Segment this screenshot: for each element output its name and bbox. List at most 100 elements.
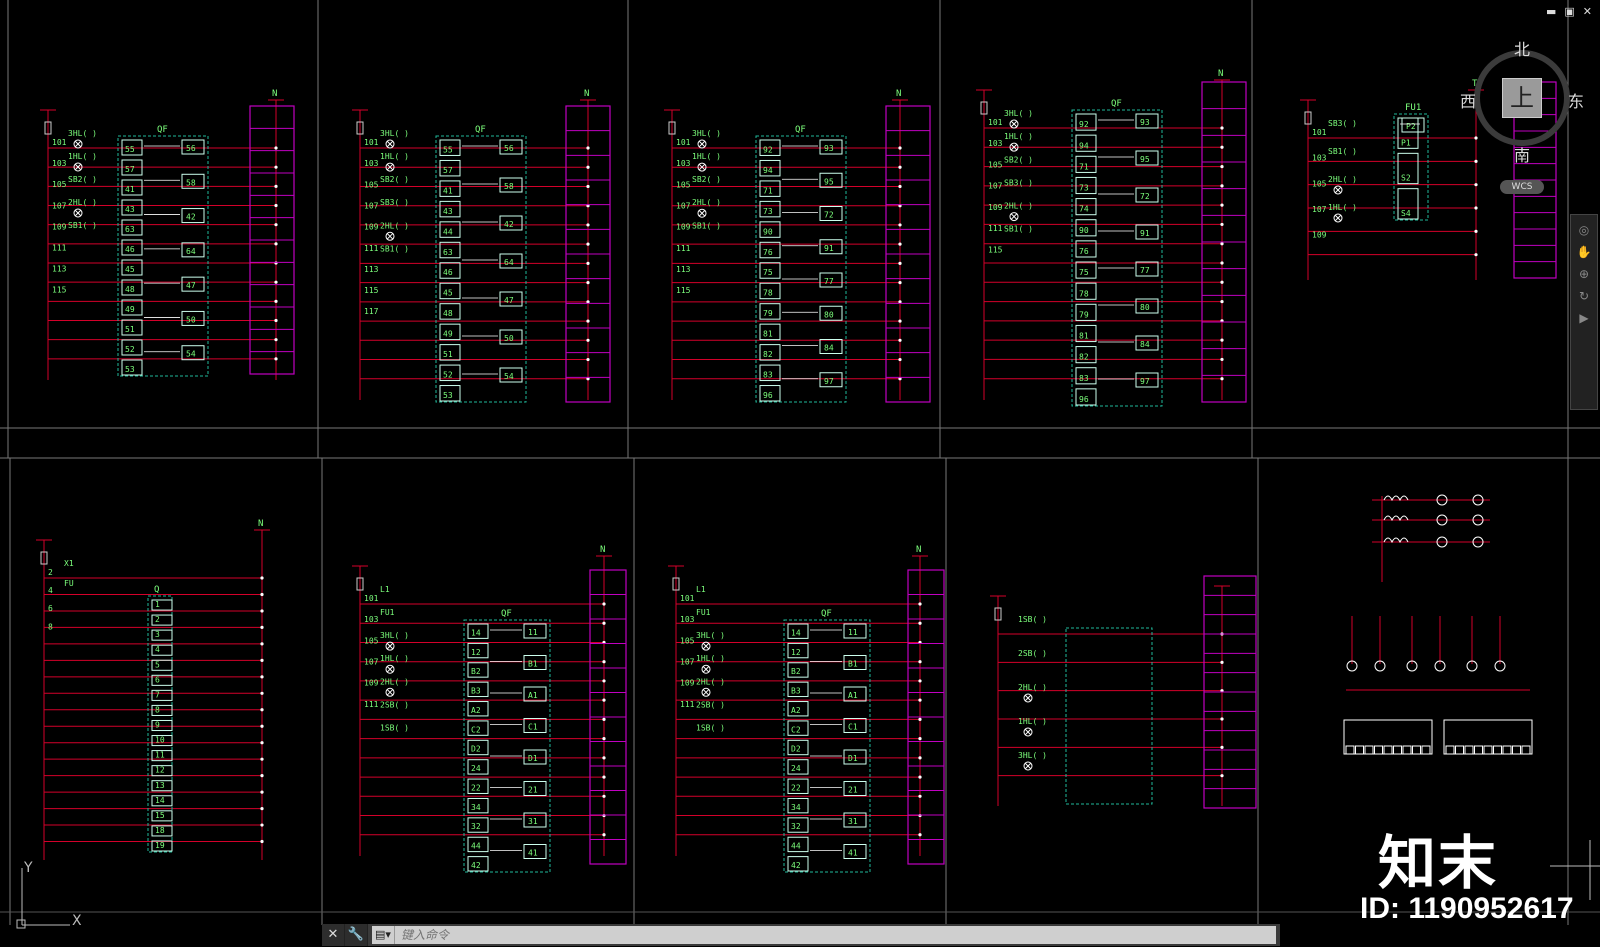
junction-dot: [1220, 242, 1224, 246]
steering-wheel-icon[interactable]: ◎: [1571, 223, 1597, 237]
contact-label: 76: [1079, 247, 1089, 256]
contact-label: 52: [125, 345, 135, 354]
contact-label: 44: [791, 842, 801, 851]
wire-number: 111: [364, 700, 379, 709]
device-label: 1SB( ): [696, 723, 725, 732]
command-menu-icon[interactable]: ▤▾: [372, 926, 395, 944]
compass-west[interactable]: 西: [1460, 88, 1476, 112]
compass-north[interactable]: 北: [1514, 36, 1530, 60]
contact-label: 79: [763, 309, 773, 318]
junction-dot: [1220, 222, 1224, 227]
junction-dot: [1220, 145, 1224, 149]
wire-number: 105: [676, 180, 691, 189]
contact-label: 43: [443, 207, 453, 216]
pan-icon[interactable]: ✋: [1571, 245, 1597, 259]
wrench-icon[interactable]: 🔧: [345, 924, 368, 946]
junction-dot: [898, 357, 902, 362]
junction-dot: [602, 679, 606, 683]
device-label: SB2( ): [1004, 155, 1033, 164]
wire-number: 117: [364, 307, 379, 316]
watermark-logo: 知末: [1378, 829, 1499, 897]
minimize-button[interactable]: ▬: [1546, 6, 1556, 18]
contact-label: 56: [186, 144, 196, 153]
junction-dot: [898, 223, 902, 227]
close-icon[interactable]: ✕: [322, 924, 345, 946]
compass-east[interactable]: 东: [1568, 88, 1584, 112]
junction-dot: [602, 660, 606, 664]
restore-button[interactable]: ▣: [1564, 6, 1574, 18]
contact-label: 41: [528, 849, 538, 858]
close-button[interactable]: ✕: [1583, 6, 1592, 18]
contact-label: 2: [155, 615, 160, 624]
junction-dot: [898, 146, 902, 150]
contact-label: A1: [528, 691, 538, 700]
contact-label: B1: [848, 660, 858, 669]
device-label: 2SB( ): [380, 700, 409, 709]
device-label: L1: [380, 585, 390, 594]
contact-label: 57: [443, 166, 453, 175]
contact-label: 3: [155, 630, 160, 639]
contact-label: 8: [155, 705, 160, 714]
wire-number: 109: [52, 222, 67, 231]
junction-dot: [1220, 660, 1224, 664]
device-label: 2HL( ): [692, 198, 721, 207]
contact-label: 63: [443, 248, 453, 257]
compass-south[interactable]: 南: [1514, 142, 1530, 166]
wire-number: 111: [52, 243, 67, 252]
contact-label: C2: [791, 725, 801, 734]
junction-dot: [602, 737, 606, 741]
junction-dot: [260, 839, 264, 844]
contact-label: 10: [155, 736, 165, 745]
junction-dot: [602, 621, 606, 625]
device-label: SB3( ): [380, 198, 409, 207]
wire-number: 109: [680, 679, 695, 688]
contact-label: 94: [1079, 141, 1089, 150]
device-label: SB3( ): [1328, 119, 1357, 128]
device-label: 3HL( ): [1004, 109, 1033, 118]
contact-label: 11: [155, 751, 165, 760]
contact-label: 18: [155, 826, 165, 835]
wire-number: 105: [988, 160, 1003, 169]
junction-dot: [918, 621, 922, 625]
command-input[interactable]: [395, 927, 1276, 943]
wire-number: 101: [676, 138, 691, 147]
viewcube-top-face[interactable]: 上: [1502, 78, 1542, 118]
wire-number: 113: [676, 265, 691, 274]
wcs-menu-button[interactable]: WCS: [1500, 180, 1544, 194]
device-label: 1HL( ): [1004, 132, 1033, 141]
junction-dot: [918, 679, 922, 683]
wire-number: 103: [1312, 154, 1327, 163]
device-label: L1: [696, 585, 706, 594]
junction-dot: [260, 576, 264, 580]
contact-label: 13: [155, 781, 165, 790]
orbit-icon[interactable]: ↻: [1571, 289, 1597, 303]
contact-label: 71: [1079, 162, 1089, 171]
device-label: 1HL( ): [1328, 203, 1357, 212]
junction-dot: [1220, 717, 1224, 721]
neutral-label: N: [600, 545, 605, 555]
contact-label: D2: [791, 745, 801, 754]
viewcube[interactable]: 上 北 南 西 东: [1460, 36, 1584, 165]
contact-label: 41: [443, 186, 453, 195]
wire-number: 101: [52, 138, 67, 147]
contact-label: 48: [443, 309, 453, 318]
contact-label: B2: [791, 667, 801, 676]
junction-dot: [260, 609, 264, 613]
contact-label: D1: [528, 754, 538, 763]
junction-dot: [898, 261, 902, 265]
device-label: SB1( ): [380, 244, 409, 253]
junction-dot: [586, 184, 590, 189]
zoom-icon[interactable]: ⊕: [1571, 267, 1597, 281]
contact-label: 45: [443, 289, 453, 298]
contact-label: 41: [848, 849, 858, 858]
device-label: 2HL( ): [1328, 175, 1357, 184]
wire-number: 105: [680, 636, 695, 645]
device-label: SB3( ): [1004, 178, 1033, 187]
device-label: FU1: [380, 608, 395, 617]
showmotion-icon[interactable]: ▶: [1571, 311, 1597, 325]
junction-dot: [260, 806, 264, 811]
cad-drawing-canvas[interactable]: N1011031051071091111131153HL( )1HL( )SB2…: [0, 0, 1600, 947]
contact-label: C1: [528, 723, 538, 732]
contact-label: 53: [443, 391, 453, 400]
contact-label: 14: [471, 628, 481, 637]
